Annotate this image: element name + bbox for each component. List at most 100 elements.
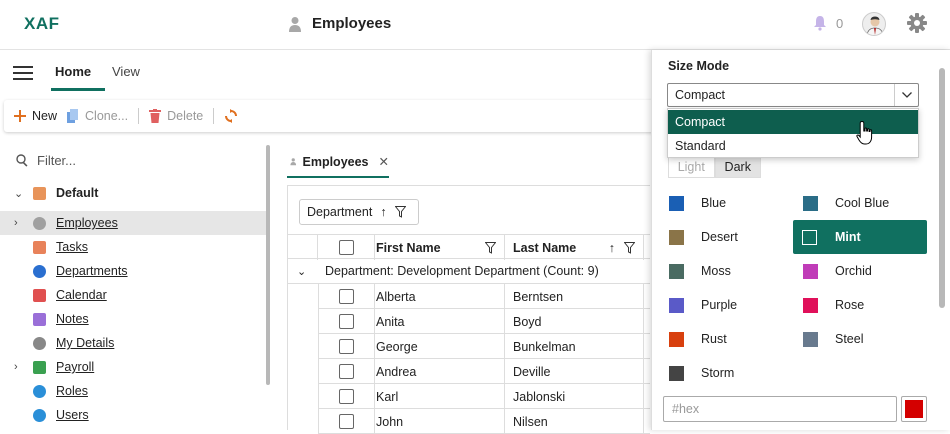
color-label: Rose [835,298,865,312]
chevron-down-icon[interactable]: ⌄ [297,265,306,278]
filter-icon[interactable] [485,241,496,254]
color-label: Cool Blue [835,196,890,210]
custom-color-swatch[interactable] [901,396,927,422]
row-checkbox[interactable] [339,289,354,304]
column-last-name[interactable]: Last Name ↑ [505,235,644,260]
group-by-department-button[interactable]: Department ↑ [299,199,419,225]
divider [138,108,140,124]
select-all-checkbox[interactable] [338,240,354,255]
filter-icon[interactable] [624,241,635,254]
menu-icon[interactable] [13,66,33,83]
color-label: Desert [701,230,738,244]
sort-ascending-icon[interactable]: ↑ [380,205,386,219]
sidebar-item-employees[interactable]: › Employees [0,211,266,235]
row-checkbox[interactable] [339,414,354,429]
hex-color-input[interactable]: #hex [663,396,897,422]
tab-home[interactable]: Home [50,64,106,91]
table-row[interactable]: Alberta Berntsen [318,284,650,309]
theme-light-option[interactable]: Light [668,155,715,178]
color-label: Storm [701,366,735,380]
close-icon[interactable]: ✕ [379,154,389,169]
size-option-standard[interactable]: Standard [668,134,918,158]
sidebar-item-roles[interactable]: Roles [0,379,266,403]
row-checkbox[interactable] [339,314,354,329]
last-name-cell: Bunkelman [505,334,644,359]
sidebar-item-label: My Details [56,336,115,350]
notifications[interactable]: 0 [813,15,843,31]
color-label: Mint [835,230,861,244]
sidebar-item-calendar[interactable]: Calendar [0,283,266,307]
column-first-name[interactable]: First Name [375,235,505,260]
color-desert[interactable]: Desert [651,220,791,254]
color-swatch [803,331,818,347]
nav-group-label: Default [56,186,99,200]
table-row[interactable]: Karl Jablonski [318,384,650,409]
sidebar-item-label: Employees [56,216,118,230]
sidebar-item-notes[interactable]: Notes [0,307,266,331]
tab-employees[interactable]: Employees ✕ [287,145,389,178]
size-mode-label: Size Mode [668,59,730,73]
chevron-down-icon[interactable] [894,84,918,106]
sort-ascending-icon[interactable]: ↑ [609,241,615,255]
sidebar-item-departments[interactable]: Departments [0,259,266,283]
color-swatch [803,195,818,211]
chevron-right-icon[interactable]: › [14,361,18,373]
color-cool-blue[interactable]: Cool Blue [785,186,927,220]
hand-cursor-icon [856,120,873,145]
clone-button[interactable]: Clone... [67,109,128,123]
last-name-cell: Boyd [505,309,644,334]
sidebar-item-my-details[interactable]: My Details [0,331,266,355]
tab-view[interactable]: View [112,64,140,79]
size-option-compact[interactable]: Compact [668,110,918,134]
group-row[interactable]: ⌄ Department: Development Department (Co… [287,259,650,284]
color-swatch [803,297,818,313]
table-row[interactable]: Anita Boyd [318,309,650,334]
table-row[interactable]: John Nilsen [318,409,650,434]
first-name-cell: Andrea [375,359,505,384]
color-rose[interactable]: Rose [785,288,927,322]
last-name-cell: Deville [505,359,644,384]
chevron-down-icon[interactable]: ⌄ [14,187,23,200]
color-blue[interactable]: Blue [651,186,791,220]
sidebar-item-payroll[interactable]: › Payroll [0,355,266,379]
gear-icon[interactable] [906,12,928,37]
tab-label: Employees [302,154,369,169]
table-row[interactable]: George Bunkelman [318,334,650,359]
avatar[interactable] [862,12,886,36]
row-checkbox[interactable] [339,339,354,354]
filter-icon[interactable] [394,206,406,218]
chevron-right-icon[interactable]: › [14,217,18,229]
nav-scrollbar[interactable] [266,145,270,385]
sidebar-item-tasks[interactable]: Tasks [0,235,266,259]
app-logo[interactable]: XAF [24,14,60,34]
theme-dark-option[interactable]: Dark [714,155,761,178]
color-steel[interactable]: Steel [785,322,927,356]
color-purple[interactable]: Purple [651,288,791,322]
first-name-cell: John [375,409,505,434]
color-swatch [669,263,684,279]
color-moss[interactable]: Moss [651,254,791,288]
color-swatch [803,263,818,279]
nav-filter[interactable]: Filter... [16,153,76,168]
color-storm[interactable]: Storm [651,356,791,390]
sidebar-item-users[interactable]: Users [0,403,266,427]
delete-button[interactable]: Delete [149,109,203,123]
color-label: Blue [701,196,727,210]
bell-icon[interactable] [813,15,827,31]
table-row[interactable]: Andrea Deville [318,359,650,384]
copy-icon [67,109,79,123]
color-orchid[interactable]: Orchid [785,254,927,288]
delete-label: Delete [167,109,204,123]
color-label: Orchid [835,264,872,278]
color-mint[interactable]: Mint [793,220,927,254]
user-icon [289,16,301,32]
nav-group-default[interactable]: ⌄ Default [0,181,266,205]
row-checkbox[interactable] [339,364,354,379]
row-checkbox[interactable] [339,389,354,404]
settings-scrollbar[interactable] [939,68,945,308]
size-mode-select[interactable]: Compact [667,83,919,107]
first-name-cell: Karl [375,384,505,409]
new-button[interactable]: New [14,109,57,123]
color-rust[interactable]: Rust [651,322,791,356]
refresh-button[interactable] [224,109,238,123]
